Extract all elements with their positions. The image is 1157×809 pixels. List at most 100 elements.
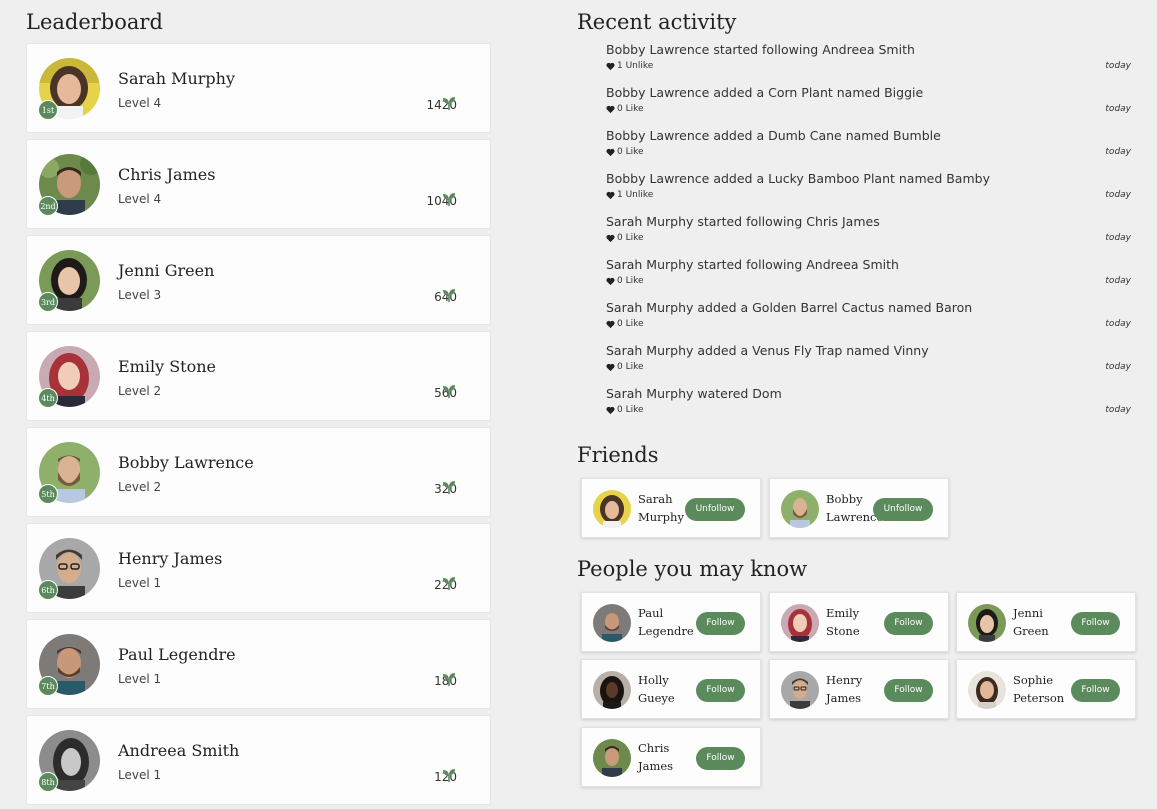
unfollow-button[interactable]: Unfollow	[685, 498, 745, 521]
avatar	[968, 671, 1006, 709]
friends-title: Friends	[577, 443, 659, 467]
follow-button[interactable]: Follow	[1071, 679, 1120, 702]
like-button[interactable]: 0 Like	[606, 104, 644, 114]
activity-text: Bobby Lawrence added a Corn Plant named …	[606, 85, 924, 100]
avatar	[593, 490, 631, 528]
rank-badge: 8th	[38, 772, 58, 792]
activity-text: Bobby Lawrence started following Andreea…	[606, 42, 915, 57]
like-count: 0 Like	[617, 319, 644, 329]
sprout-icon	[443, 385, 455, 398]
leaderboard-card-emily-stone[interactable]: 4th Emily Stone Level 2 560	[26, 331, 491, 421]
person-name: Chris James	[638, 739, 698, 775]
last-name: James	[638, 759, 674, 773]
activity-text: Bobby Lawrence added a Lucky Bamboo Plan…	[606, 171, 990, 186]
like-count: 0 Like	[617, 405, 644, 415]
leaderboard-card-bobby-lawrence[interactable]: 5th Bobby Lawrence Level 2 320	[26, 427, 491, 517]
heart-icon	[606, 320, 615, 328]
last-name: Green	[1013, 624, 1049, 638]
last-name: Murphy	[638, 510, 684, 524]
activity-item: Sarah Murphy added a Venus Fly Trap name…	[606, 343, 1131, 386]
suggestion-card: Sophie Peterson Follow	[956, 659, 1136, 719]
follow-button[interactable]: Follow	[696, 679, 745, 702]
friend-card: Sarah Murphy Unfollow	[581, 478, 761, 538]
player-name: Sarah Murphy	[118, 69, 235, 88]
sprout-icon	[443, 481, 455, 494]
like-button[interactable]: 0 Like	[606, 362, 644, 372]
like-count: 0 Like	[617, 362, 644, 372]
suggestion-card: Jenni Green Follow	[956, 592, 1136, 652]
leaderboard-card-sarah-murphy[interactable]: 1st Sarah Murphy Level 4 1420	[26, 43, 491, 133]
like-button[interactable]: 0 Like	[606, 233, 644, 243]
heart-icon	[606, 277, 615, 285]
like-button[interactable]: 1 Unlike	[606, 61, 653, 71]
heart-icon	[606, 191, 615, 199]
like-button[interactable]: 0 Like	[606, 147, 644, 157]
people-you-may-know-title: People you may know	[577, 557, 808, 581]
follow-button[interactable]: Follow	[696, 612, 745, 635]
player-level: Level 2	[118, 384, 162, 398]
heart-icon	[606, 62, 615, 70]
activity-time: today	[1105, 190, 1131, 200]
activity-text: Sarah Murphy added a Venus Fly Trap name…	[606, 343, 929, 358]
player-name: Bobby Lawrence	[118, 453, 254, 472]
player-name: Chris James	[118, 165, 216, 184]
leaderboard-card-paul-legendre[interactable]: 7th Paul Legendre Level 1 180	[26, 619, 491, 709]
follow-button[interactable]: Follow	[1071, 612, 1120, 635]
first-name: Jenni	[1013, 606, 1043, 620]
leaderboard-card-jenni-green[interactable]: 3rd Jenni Green Level 3 640	[26, 235, 491, 325]
first-name: Henry	[826, 673, 863, 687]
activity-item: Sarah Murphy watered Dom 0 Like today	[606, 386, 1131, 429]
first-name: Paul	[638, 606, 664, 620]
person-name: Henry James	[826, 671, 886, 707]
activity-time: today	[1105, 233, 1131, 243]
like-button[interactable]: 1 Unlike	[606, 190, 653, 200]
like-count: 1 Unlike	[617, 190, 654, 200]
sprout-icon	[443, 193, 455, 206]
heart-icon	[606, 105, 615, 113]
first-name: Emily	[826, 606, 860, 620]
suggestion-card: Paul Legendre Follow	[581, 592, 761, 652]
like-button[interactable]: 0 Like	[606, 405, 644, 415]
avatar	[593, 671, 631, 709]
activity-feed: Bobby Lawrence started following Andreea…	[606, 42, 1131, 429]
first-name: Holly	[638, 673, 669, 687]
sprout-icon	[443, 673, 455, 686]
person-name: Holly Gueye	[638, 671, 698, 707]
rank-badge: 1st	[38, 100, 58, 120]
like-button[interactable]: 0 Like	[606, 319, 644, 329]
first-name: Sarah	[638, 492, 673, 506]
player-level: Level 4	[118, 96, 162, 110]
player-level: Level 1	[118, 672, 162, 686]
leaderboard-card-henry-james[interactable]: 6th Henry James Level 1 220	[26, 523, 491, 613]
like-button[interactable]: 0 Like	[606, 276, 644, 286]
suggestion-card: Emily Stone Follow	[769, 592, 949, 652]
leaderboard-card-chris-james[interactable]: 2nd Chris James Level 4 1040	[26, 139, 491, 229]
follow-button[interactable]: Follow	[884, 612, 933, 635]
player-name: Paul Legendre	[118, 645, 236, 664]
avatar	[781, 490, 819, 528]
activity-time: today	[1105, 362, 1131, 372]
friend-card: Bobby Lawrence Unfollow	[769, 478, 949, 538]
suggestion-card: Holly Gueye Follow	[581, 659, 761, 719]
last-name: Peterson	[1013, 691, 1065, 705]
player-level: Level 1	[118, 768, 162, 782]
player-level: Level 3	[118, 288, 162, 302]
rank-badge: 5th	[38, 484, 58, 504]
heart-icon	[606, 234, 615, 242]
activity-time: today	[1105, 104, 1131, 114]
activity-time: today	[1105, 319, 1131, 329]
follow-button[interactable]: Follow	[884, 679, 933, 702]
activity-item: Sarah Murphy started following Andreea S…	[606, 257, 1131, 300]
leaderboard-card-andreea-smith[interactable]: 8th Andreea Smith Level 1 120	[26, 715, 491, 805]
activity-time: today	[1105, 405, 1131, 415]
like-count: 0 Like	[617, 233, 644, 243]
activity-text: Bobby Lawrence added a Dumb Cane named B…	[606, 128, 941, 143]
sprout-icon	[443, 97, 455, 110]
activity-item: Bobby Lawrence added a Dumb Cane named B…	[606, 128, 1131, 171]
unfollow-button[interactable]: Unfollow	[873, 498, 933, 521]
rank-badge: 7th	[38, 676, 58, 696]
like-count: 0 Like	[617, 276, 644, 286]
recent-activity-title: Recent activity	[577, 10, 737, 34]
follow-button[interactable]: Follow	[696, 747, 745, 770]
last-name: Legendre	[638, 624, 694, 638]
